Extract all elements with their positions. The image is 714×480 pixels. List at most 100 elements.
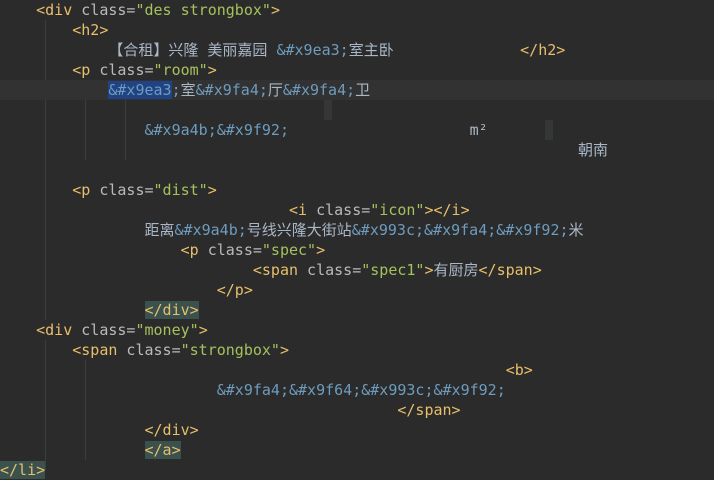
code-token: </span>	[397, 401, 461, 419]
code-token: >	[316, 241, 326, 259]
code-token: class=	[90, 181, 154, 199]
code-token: &#x9fa4;&#x9f64;&#x993c;&#x9f92;	[216, 381, 506, 399]
code-line[interactable]: <span class="strongbox">	[0, 340, 714, 360]
code-token: <span	[252, 261, 299, 279]
code-token: 朝南	[577, 141, 608, 159]
code-token: 距离	[144, 221, 175, 239]
code-token: </h2>	[520, 41, 566, 59]
code-editor[interactable]: <div class="des strongbox"> <h2> 【合租】兴隆 …	[0, 0, 714, 480]
code-token: <i	[288, 201, 308, 219]
code-token: >	[207, 181, 217, 199]
code-line[interactable]: 【合租】兴隆 美丽嘉园 &#x9ea3;室主卧 </h2>	[0, 40, 714, 60]
code-token: 卫	[355, 81, 371, 99]
code-token: &#x9ea3;	[276, 41, 349, 59]
code-token: </span>	[478, 261, 542, 279]
code-line[interactable]: <p class="room">	[0, 60, 714, 80]
code-line[interactable]: <div class="money">	[0, 320, 714, 340]
code-line[interactable]: <div class="des strongbox">	[0, 0, 714, 20]
code-token: >	[207, 61, 217, 79]
code-token: &#x9fa4;	[282, 81, 356, 99]
code-token: 厅	[267, 81, 283, 99]
code-token: ;	[171, 81, 181, 99]
code-line[interactable]: </a>	[0, 440, 714, 460]
code-token: <h2>	[72, 21, 109, 39]
code-line[interactable]: </div>	[0, 300, 714, 320]
code-line[interactable]: &#x9fa4;&#x9f64;&#x993c;&#x9f92;	[0, 380, 714, 400]
code-line[interactable]: </p>	[0, 280, 714, 300]
code-token: 有厨房	[433, 261, 479, 279]
code-token: class=	[198, 241, 262, 259]
code-token: class=	[72, 1, 136, 19]
code-token: </p>	[216, 281, 253, 299]
code-token: <p	[180, 241, 199, 259]
code-token: "spec"	[261, 241, 317, 259]
code-token: &#x9fa4;	[195, 81, 268, 99]
code-token: "strongbox"	[180, 341, 280, 359]
code-line[interactable]	[0, 160, 714, 180]
code-token: &#x9a4b;&#x9f92;	[144, 121, 290, 139]
code-token: </div>	[144, 421, 199, 439]
code-line[interactable]: </span>	[0, 400, 714, 420]
code-line[interactable]: &#x9ea3;室&#x9fa4;厅&#x9fa4;卫	[0, 80, 714, 100]
code-line[interactable]: <p class="spec">	[0, 240, 714, 260]
code-token: >	[279, 341, 289, 359]
code-line[interactable]: </div>	[0, 420, 714, 440]
code-token: </div>	[144, 301, 199, 319]
code-token: &#x993c;&#x9fa4;&#x9f92;	[351, 221, 569, 239]
code-token: </li>	[0, 461, 46, 479]
code-line[interactable]: &#x9a4b;&#x9f92; m²	[0, 120, 714, 140]
code-token: class=	[117, 341, 181, 359]
code-line[interactable]: <i class="icon"></i>	[0, 200, 714, 220]
code-token: class=	[298, 261, 362, 279]
code-token: "room"	[153, 61, 208, 79]
code-line[interactable]: <h2>	[0, 20, 714, 40]
code-line[interactable]: </li>	[0, 460, 714, 480]
code-token: </a>	[144, 441, 181, 459]
code-token: "des strongbox"	[135, 1, 271, 19]
code-token: <span	[72, 341, 118, 359]
code-line[interactable]: <b>	[0, 360, 714, 380]
code-token: >	[198, 321, 208, 339]
code-line[interactable]: 距离&#x9a4b;号线兴隆大街站&#x993c;&#x9fa4;&#x9f92…	[0, 220, 714, 240]
code-token: <div	[36, 1, 73, 19]
code-token: ></i>	[424, 201, 470, 219]
code-token: 室主卧	[348, 41, 521, 59]
code-token: class=	[307, 201, 371, 219]
code-token: &#x9a4b;	[174, 221, 247, 239]
code-token: <b>	[505, 361, 533, 379]
code-token: <p	[72, 181, 91, 199]
code-token: <div	[36, 321, 73, 339]
code-token: 号线兴隆大街站	[246, 221, 352, 239]
code-token: "spec1"	[361, 261, 425, 279]
code-token: >	[424, 261, 434, 279]
code-token: "money"	[135, 321, 199, 339]
code-token: >	[270, 1, 280, 19]
code-token: m²	[289, 121, 488, 139]
code-token: class=	[90, 61, 154, 79]
code-token: &#x9ea3	[108, 81, 172, 99]
code-line[interactable]: 朝南	[0, 140, 714, 160]
code-token: 米	[568, 221, 584, 239]
code-line[interactable]: <span class="spec1">有厨房</span>	[0, 260, 714, 280]
code-token: "dist"	[153, 181, 208, 199]
code-line[interactable]: <p class="dist">	[0, 180, 714, 200]
code-token: class=	[72, 321, 136, 339]
code-line[interactable]	[0, 100, 714, 120]
